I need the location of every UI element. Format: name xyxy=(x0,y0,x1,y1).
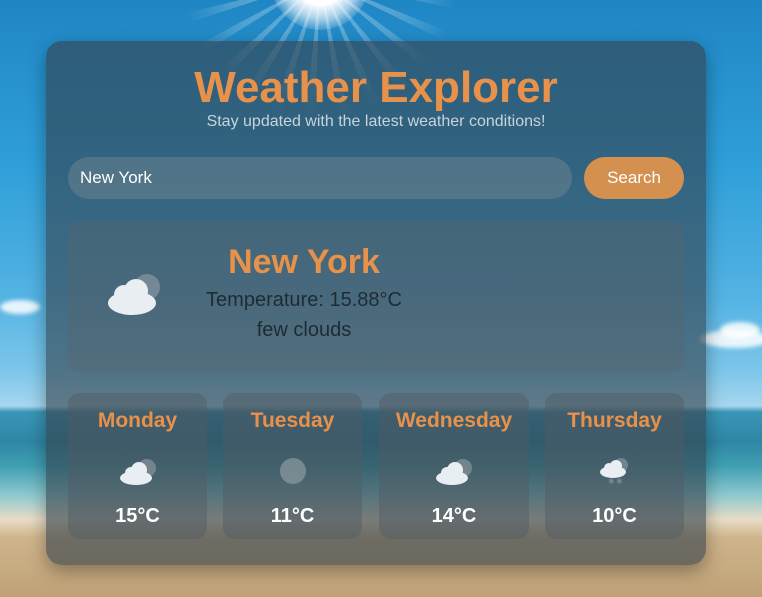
forecast-day: Tuesday xyxy=(250,409,335,432)
few-clouds-icon xyxy=(108,274,160,315)
temperature-value: 15.88°C xyxy=(329,289,402,311)
forecast-card-wednesday: Wednesday 14°C xyxy=(379,393,529,539)
forecast-temperature: 10°C xyxy=(592,505,637,527)
forecast-card-thursday: Thursday ✱ ✱ 10°C xyxy=(545,393,684,539)
background-cloud xyxy=(0,300,40,314)
current-weather-card: New York Temperature: 15.88°C few clouds xyxy=(68,221,684,373)
forecast-card-monday: Monday 15°C xyxy=(68,393,207,539)
current-temperature: Temperature: 15.88°C xyxy=(174,289,434,312)
forecast-temperature: 15°C xyxy=(115,505,160,527)
forecast-day: Monday xyxy=(97,409,178,432)
current-description: few clouds xyxy=(256,319,352,341)
search-button[interactable]: Search xyxy=(584,157,684,199)
svg-text:✱: ✱ xyxy=(608,477,615,486)
background-cloud xyxy=(720,322,760,338)
forecast-card-tuesday: Tuesday 11°C xyxy=(223,393,362,539)
forecast-day: Wednesday xyxy=(395,409,513,432)
forecast-day: Thursday xyxy=(567,409,662,432)
few-clouds-icon xyxy=(436,459,472,485)
forecast-temperature: 11°C xyxy=(270,505,315,527)
few-clouds-icon xyxy=(119,459,156,485)
weather-app-panel: Weather Explorer Stay updated with the l… xyxy=(46,41,706,565)
clear-sky-icon xyxy=(279,458,306,484)
current-city-name: New York xyxy=(228,243,380,281)
app-title: Weather Explorer xyxy=(194,63,558,112)
svg-text:✱: ✱ xyxy=(616,477,623,486)
snow-icon: ✱ ✱ xyxy=(599,458,628,486)
forecast-temperature: 14°C xyxy=(431,505,477,527)
temperature-label: Temperature: xyxy=(206,289,324,311)
city-search-input[interactable] xyxy=(68,157,572,199)
app-subtitle: Stay updated with the latest weather con… xyxy=(206,113,546,130)
